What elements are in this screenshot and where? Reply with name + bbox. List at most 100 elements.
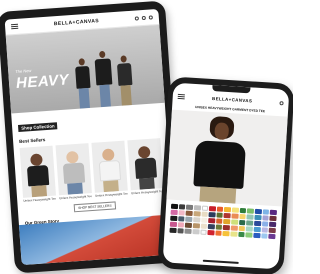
color-swatch[interactable]: [239, 207, 247, 214]
color-swatch[interactable]: [215, 218, 223, 224]
color-swatch[interactable]: [253, 226, 261, 233]
shop-best-sellers-button[interactable]: SHOP BEST SELLERS: [73, 201, 117, 213]
color-swatch[interactable]: [254, 220, 262, 227]
color-swatch[interactable]: [216, 206, 224, 212]
product-image: [91, 140, 128, 193]
color-swatch[interactable]: [207, 224, 215, 230]
color-swatch[interactable]: [262, 209, 270, 215]
color-swatch[interactable]: [200, 217, 208, 223]
color-swatch[interactable]: [169, 221, 177, 228]
color-swatch[interactable]: [178, 210, 186, 216]
product-card[interactable]: Unisex Heavyweight Tee: [127, 138, 164, 195]
color-swatch[interactable]: [186, 204, 194, 211]
color-swatch[interactable]: [193, 211, 201, 217]
product-card[interactable]: Unisex Heavyweight Tee: [91, 140, 128, 198]
color-swatch[interactable]: [185, 216, 193, 223]
hamburger-menu-icon[interactable]: [177, 93, 185, 100]
hero-banner[interactable]: The New HEAVY: [5, 24, 165, 114]
product-image: [127, 138, 164, 191]
cart-icon[interactable]: [148, 14, 153, 20]
color-swatch[interactable]: [209, 206, 216, 212]
phone-device: BELLA+CANVAS UNISEX HEAVYWEIGHT GARMENT …: [157, 76, 293, 274]
color-swatch[interactable]: [262, 215, 270, 221]
color-swatch[interactable]: [261, 227, 269, 233]
header-icons: [134, 14, 153, 21]
color-swatch[interactable]: [231, 213, 239, 219]
hamburger-menu-icon[interactable]: [10, 23, 19, 30]
color-swatch[interactable]: [261, 221, 269, 227]
color-swatch[interactable]: [269, 221, 277, 228]
color-swatch[interactable]: [245, 232, 253, 238]
device-mockup-scene: BELLA+CANVAS The New HEAVY Shop Collecti…: [0, 0, 293, 274]
hero-model-2: [93, 50, 115, 108]
color-swatch[interactable]: [184, 228, 192, 234]
color-swatch[interactable]: [208, 218, 216, 224]
product-card[interactable]: Unisex Heavyweight Tee: [55, 143, 93, 200]
color-swatch[interactable]: [253, 232, 261, 239]
site-logo[interactable]: BELLA+CANVAS: [212, 96, 252, 103]
color-swatch[interactable]: [238, 231, 246, 238]
site-logo[interactable]: BELLA+CANVAS: [54, 18, 99, 27]
color-swatch[interactable]: [208, 212, 216, 218]
color-swatch[interactable]: [246, 226, 254, 232]
color-swatch[interactable]: [185, 210, 193, 217]
color-swatch[interactable]: [178, 204, 186, 210]
phone-screen: BELLA+CANVAS UNISEX HEAVYWEIGHT GARMENT …: [162, 82, 290, 270]
color-swatch[interactable]: [215, 230, 223, 236]
color-swatch[interactable]: [177, 216, 185, 222]
color-swatch[interactable]: [268, 227, 276, 234]
color-swatch[interactable]: [170, 215, 178, 222]
color-swatch[interactable]: [177, 222, 185, 228]
color-swatch[interactable]: [246, 214, 254, 220]
color-swatch[interactable]: [169, 227, 177, 234]
search-icon[interactable]: [134, 15, 139, 21]
color-swatch[interactable]: [199, 229, 207, 235]
color-swatch[interactable]: [239, 213, 247, 220]
color-swatch[interactable]: [247, 208, 255, 214]
tablet-device: BELLA+CANVAS The New HEAVY Shop Collecti…: [0, 0, 183, 274]
hero-model-3: [115, 55, 134, 106]
product-card[interactable]: Unisex Heavyweight Tee: [19, 145, 57, 203]
color-swatch[interactable]: [192, 229, 200, 235]
color-swatch[interactable]: [246, 220, 254, 226]
color-swatch[interactable]: [223, 212, 231, 219]
color-swatch[interactable]: [177, 228, 184, 234]
color-swatch[interactable]: [238, 219, 246, 226]
color-swatch[interactable]: [193, 217, 200, 223]
product-grid: Unisex Heavyweight Tee Unisex Heavyweigh…: [14, 138, 171, 204]
product-photo[interactable]: [166, 109, 288, 207]
color-swatch[interactable]: [185, 222, 192, 229]
color-swatch[interactable]: [269, 215, 277, 222]
color-swatch[interactable]: [223, 224, 231, 231]
color-swatch[interactable]: [270, 209, 277, 216]
color-swatch[interactable]: [223, 218, 231, 225]
color-swatch[interactable]: [230, 231, 238, 237]
color-swatch[interactable]: [238, 225, 246, 232]
color-swatch[interactable]: [207, 229, 215, 236]
account-icon[interactable]: [141, 15, 146, 20]
color-swatch[interactable]: [231, 219, 239, 225]
color-swatch[interactable]: [170, 209, 178, 216]
color-swatch[interactable]: [260, 233, 268, 239]
color-swatch[interactable]: [201, 211, 208, 217]
color-swatch[interactable]: [254, 214, 262, 221]
color-swatch[interactable]: [193, 205, 201, 211]
color-swatch[interactable]: [215, 224, 223, 230]
color-swatch[interactable]: [222, 230, 230, 237]
collection-link[interactable]: Shop Collection: [17, 122, 58, 132]
color-swatch[interactable]: [254, 208, 262, 215]
color-swatch[interactable]: [200, 223, 208, 229]
cart-icon[interactable]: [279, 100, 284, 105]
color-swatch[interactable]: [192, 223, 200, 229]
color-swatch[interactable]: [170, 203, 178, 210]
color-swatch[interactable]: [268, 233, 276, 240]
home-indicator: [202, 259, 239, 264]
color-swatch[interactable]: [230, 225, 238, 231]
color-swatch[interactable]: [231, 207, 239, 213]
color-swatch[interactable]: [216, 212, 224, 218]
color-swatch[interactable]: [201, 205, 209, 211]
hero-title: HEAVY: [15, 71, 70, 93]
phone-notch: [212, 85, 251, 94]
color-swatch[interactable]: [224, 206, 232, 213]
hero-model-1: [74, 58, 93, 109]
